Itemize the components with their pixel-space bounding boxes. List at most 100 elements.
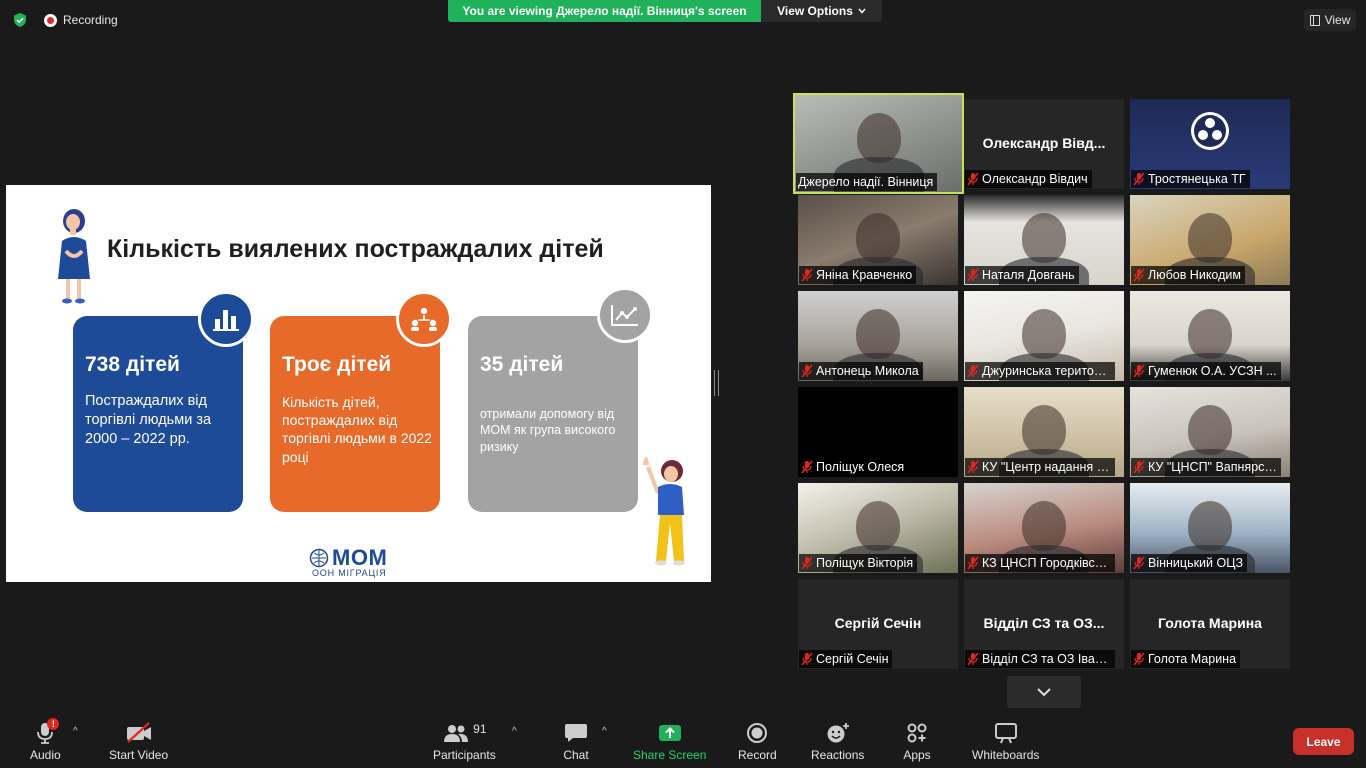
audio-options-caret[interactable]: ^ — [73, 726, 78, 737]
participant-name-label: Олександр Вівдич — [965, 170, 1092, 188]
participant-tile[interactable]: Антонець Микола — [798, 291, 958, 381]
participant-name-label: Джуринська територ... — [965, 362, 1115, 380]
participant-name-label: Відділ СЗ та ОЗ Івані... — [965, 650, 1115, 668]
participants-button[interactable]: 91 Participants — [433, 720, 496, 762]
split-view-resize-handle[interactable] — [714, 370, 719, 396]
participant-tile[interactable]: Любов Никодим — [1130, 195, 1290, 285]
participant-tile[interactable]: КУ "ЦНСП" Вапнярсь... — [1130, 387, 1290, 477]
participant-name: КЗ ЦНСП Городківсь... — [982, 556, 1111, 570]
participant-name-label: Джерело надії. Вінниця — [796, 173, 938, 191]
boy-illustration — [642, 457, 685, 566]
stat-card-3: 35 дітей отримали допомогу від МОМ як гр… — [468, 316, 638, 512]
participant-tile[interactable]: Олександр Вівд... Олександр Вівдич — [964, 99, 1124, 189]
chevron-down-icon — [1037, 688, 1051, 697]
stat-card-3-number: 35 дітей — [480, 353, 564, 376]
start-video-button[interactable]: Start Video — [109, 720, 168, 762]
participant-display-name: Олександр Вівд... — [982, 135, 1106, 151]
view-layout-button[interactable]: View — [1304, 9, 1356, 31]
participant-name: КУ "Центр надання с... — [982, 460, 1111, 474]
participant-name-label: КЗ ЦНСП Городківсь... — [965, 554, 1115, 572]
participant-name: Поліщук Вікторія — [816, 556, 914, 570]
slide-title: Кількість виялених постраждалих дітей — [107, 235, 604, 263]
participant-tile[interactable]: Яніна Кравченко — [798, 195, 958, 285]
participant-tile[interactable]: КЗ ЦНСП Городківсь... — [964, 483, 1124, 573]
participant-tile[interactable]: Тростянецька ТГ — [1130, 99, 1290, 189]
participant-name: Наталя Довгань — [982, 268, 1075, 282]
stat-card-1-text: Постраждалих від торгівлі людьми за 2000… — [85, 393, 212, 447]
participant-name-label: Антонець Микола — [799, 362, 923, 380]
person-silhouette — [1022, 501, 1066, 551]
line-chart-icon — [597, 287, 653, 343]
participant-tile[interactable]: Наталя Довгань — [964, 195, 1124, 285]
participant-name-label: Вінницький ОЦЗ — [1131, 554, 1248, 572]
record-label: Record — [738, 748, 777, 762]
muted-microphone-icon — [1133, 268, 1145, 282]
leave-button[interactable]: Leave — [1293, 728, 1354, 755]
participant-tile[interactable]: Сергій Сечін Сергій Сечін — [798, 579, 958, 669]
reactions-button[interactable]: Reactions — [811, 720, 864, 762]
participant-tile[interactable]: Поліщук Олеся — [798, 387, 958, 477]
share-screen-button[interactable]: Share Screen — [633, 720, 706, 762]
participant-tile[interactable]: Голота Марина Голота Марина — [1130, 579, 1290, 669]
view-options-label: View Options — [777, 4, 853, 18]
stat-card-2-text: Кількість дітей, постраждалих від торгів… — [282, 394, 432, 465]
security-shield-icon[interactable] — [12, 12, 28, 28]
stat-card-1-number: 738 дітей — [85, 353, 180, 376]
participants-icon — [444, 725, 469, 742]
participant-name-label: Любов Никодим — [1131, 266, 1245, 284]
participants-count: 91 — [473, 722, 487, 736]
participant-name: Вінницький ОЦЗ — [1148, 556, 1244, 570]
participant-tile[interactable]: Гуменюк О.А. УСЗН ... — [1130, 291, 1290, 381]
meeting-toolbar: ! Audio ^ Start Video 91 Participants ^ … — [0, 712, 1366, 768]
participant-tile[interactable]: Джерело надії. Вінниця — [793, 93, 964, 194]
participant-name: КУ "ЦНСП" Вапнярсь... — [1148, 460, 1277, 474]
muted-microphone-icon — [967, 652, 979, 666]
smiley-plus-icon — [827, 723, 849, 743]
muted-microphone-icon — [967, 172, 979, 186]
participant-name: Джерело надії. Вінниця — [798, 175, 934, 189]
muted-microphone-icon — [1133, 364, 1145, 378]
chat-options-caret[interactable]: ^ — [602, 726, 607, 737]
audio-label: Audio — [30, 748, 61, 762]
apps-button[interactable]: Apps — [902, 720, 932, 762]
layout-grid-icon — [1309, 14, 1320, 26]
person-silhouette — [1022, 213, 1066, 263]
chat-button[interactable]: Chat — [561, 720, 591, 762]
audio-warning-badge: ! — [47, 718, 60, 730]
participant-name: Сергій Сечін — [816, 652, 889, 666]
girl-illustration — [58, 209, 90, 304]
audio-button[interactable]: ! Audio — [30, 718, 61, 762]
gallery-scroll-down-button[interactable] — [1007, 676, 1081, 708]
participants-options-caret[interactable]: ^ — [512, 726, 517, 737]
person-silhouette — [1022, 309, 1066, 359]
view-options-button[interactable]: View Options — [761, 0, 882, 22]
muted-microphone-icon — [967, 460, 979, 474]
participant-name-label: КУ "ЦНСП" Вапнярсь... — [1131, 458, 1281, 476]
record-button[interactable]: Record — [738, 720, 777, 762]
recording-label: Recording — [63, 13, 118, 27]
participant-name: Яніна Кравченко — [816, 268, 913, 282]
viewing-screen-banner: You are viewing Джерело надії. Вінниця's… — [448, 0, 761, 22]
whiteboards-button[interactable]: Whiteboards — [972, 720, 1039, 762]
participant-name: Любов Никодим — [1148, 268, 1241, 282]
person-silhouette — [856, 213, 900, 263]
whiteboards-label: Whiteboards — [972, 748, 1040, 762]
muted-microphone-icon — [967, 268, 979, 282]
stat-card-2-number: Троє дітей — [282, 353, 392, 376]
recording-dot-icon — [44, 13, 57, 27]
person-silhouette — [1188, 213, 1232, 263]
participants-label: Participants — [433, 748, 496, 762]
participant-tile[interactable]: Відділ СЗ та ОЗ... Відділ СЗ та ОЗ Івані.… — [964, 579, 1124, 669]
participant-name-label: Поліщук Вікторія — [799, 554, 918, 572]
participant-name: Поліщук Олеся — [816, 460, 905, 474]
participant-display-name: Відділ СЗ та ОЗ... — [983, 615, 1105, 631]
participant-tile[interactable]: КУ "Центр надання с... — [964, 387, 1124, 477]
participant-tile[interactable]: Джуринська територ... — [964, 291, 1124, 381]
muted-microphone-icon — [1133, 652, 1145, 666]
participant-tile[interactable]: Вінницький ОЦЗ — [1130, 483, 1290, 573]
participant-name-label: Голота Марина — [1131, 650, 1241, 668]
muted-microphone-icon — [801, 652, 813, 666]
participant-name: Антонець Микола — [816, 364, 919, 378]
participant-tile[interactable]: Поліщук Вікторія — [798, 483, 958, 573]
recording-indicator[interactable]: Recording — [44, 13, 118, 27]
